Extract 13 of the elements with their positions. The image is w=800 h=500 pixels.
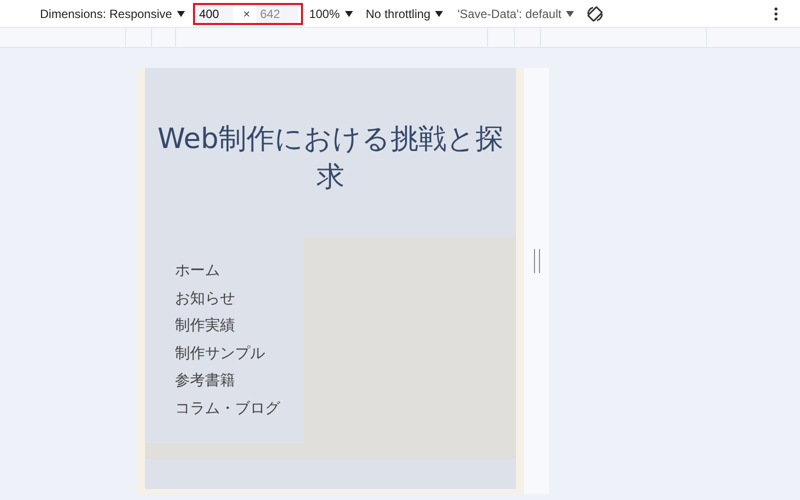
nav-link[interactable]: コラム・ブログ bbox=[175, 398, 280, 419]
width-field[interactable]: 400 bbox=[195, 4, 234, 22]
nav-link[interactable]: 参考書籍 bbox=[175, 370, 235, 392]
nav-link[interactable]: お知らせ bbox=[175, 288, 235, 309]
times-label: × bbox=[243, 6, 250, 20]
page-title: Web制作における挑戦と探求 bbox=[156, 121, 505, 195]
zoom-dropdown[interactable]: 100% bbox=[309, 6, 353, 20]
dimensions-dropdown[interactable]: Dimensions: Responsive bbox=[40, 6, 186, 20]
nav-link[interactable]: ホーム bbox=[175, 260, 220, 282]
nav-link[interactable]: 制作実績 bbox=[175, 315, 235, 336]
nav-link[interactable]: 制作サンプル bbox=[175, 342, 265, 364]
throttling-dropdown[interactable]: No throttling bbox=[366, 6, 444, 20]
save-data-dropdown[interactable]: 'Save-Data': default bbox=[457, 6, 574, 20]
